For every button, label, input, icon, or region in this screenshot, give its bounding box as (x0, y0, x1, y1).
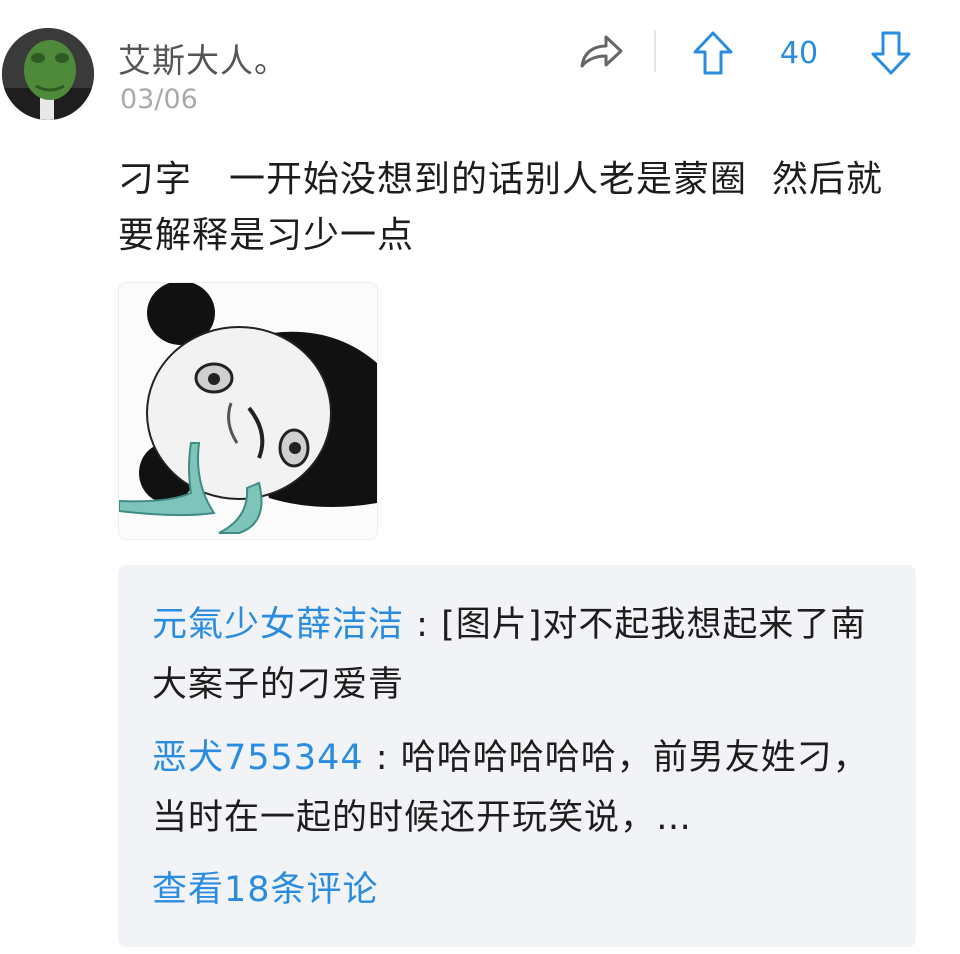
post-text: 刁字 一开始没想到的话别人老是蒙圈 然后就要解释是习少一点 (118, 159, 883, 256)
action-divider (654, 30, 656, 72)
panda-meme-image (119, 283, 377, 539)
upvote-icon[interactable] (692, 30, 734, 76)
comment-username[interactable]: 恶犬755344 (152, 738, 364, 778)
share-icon[interactable] (578, 32, 624, 72)
comment-item[interactable]: 元氣少女薛洁洁 : [图片]对不起我想起来了南大案子的刁爱青 (152, 595, 882, 715)
post-date: 03/06 (120, 84, 198, 115)
post-image[interactable] (118, 282, 378, 540)
comment-separator: : (416, 605, 429, 645)
comment-username[interactable]: 元氣少女薛洁洁 (152, 605, 404, 645)
comment-separator: : (375, 738, 389, 778)
view-all-comments-link[interactable]: 查看18条评论 (152, 861, 379, 912)
comment-item[interactable]: 恶犬755344 : 哈哈哈哈哈哈，前男友姓刁，当时在一起的时候还开玩笑说，… (152, 728, 882, 848)
username[interactable]: 艾斯大人。 (118, 34, 288, 82)
avatar[interactable] (2, 28, 94, 120)
vote-score: 40 (779, 36, 819, 71)
downvote-icon[interactable] (870, 30, 912, 76)
avatar-image (2, 28, 94, 120)
comments-preview[interactable]: 元氣少女薛洁洁 : [图片]对不起我想起来了南大案子的刁爱青 恶犬755344 … (118, 565, 916, 947)
